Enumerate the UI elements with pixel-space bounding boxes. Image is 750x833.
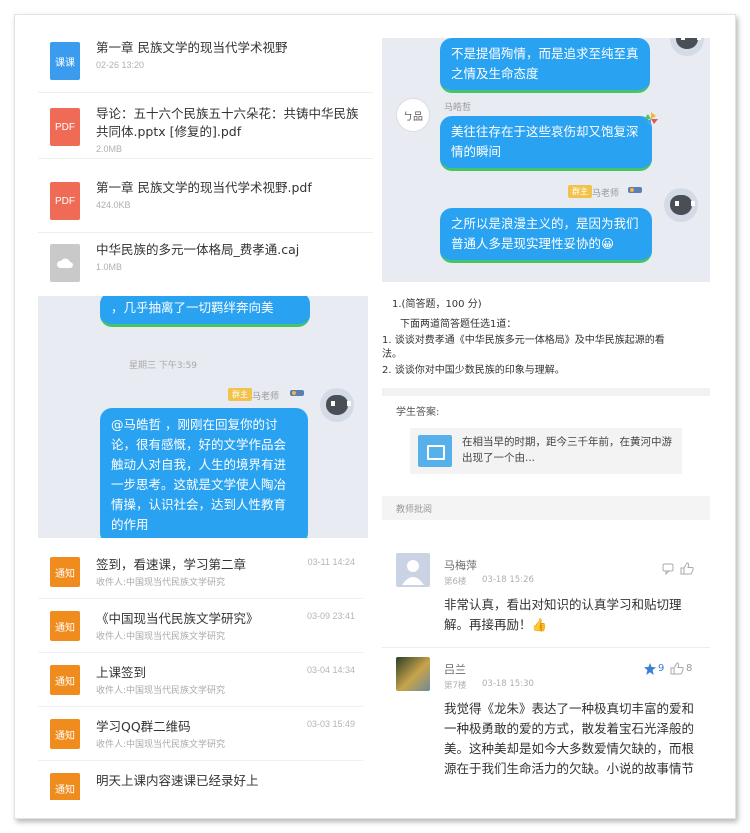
badge-icon (628, 187, 642, 193)
file-item[interactable]: 课课 第一章 民族文学的现当代学术视野 02-26 13:20 (38, 28, 373, 93)
chat-timestamp: 星期三 下午3:59 (128, 361, 198, 371)
notice-item[interactable]: 通知 上课签到 03-04 14:34 收件人:中国现当代民族文学研究 (38, 653, 363, 707)
group-chat-panel-top: 不是提倡殉情，而是追求至纯至真之情及生命态度 ㄅ品 马皓哲 美往往存在于这些哀伤… (382, 38, 710, 282)
teacher-review-header: 教师批阅 (382, 496, 710, 520)
group-owner-badge: 群主 (568, 185, 592, 198)
teacher-avatar[interactable] (670, 38, 704, 56)
chat-message: ，几乎抽离了一切羁绊奔向美 (100, 296, 310, 327)
student-answer-attachment[interactable]: 在相当早的时期，距今三千年前，在黄河中游出现了一个由... (410, 428, 682, 474)
sender-name: 马老师 (252, 392, 280, 402)
teacher-comments-panel: 马梅萍 第6楼 03-18 15:26 非常认真，看出对知识的认真学习和贴切理解… (382, 545, 710, 803)
notice-title: 明天上课内容速课已经录好上 (96, 773, 259, 788)
student-answer-label: 学生答案: (396, 407, 440, 418)
comment-body: 我觉得《龙朱》表达了一种极真切丰富的爱和一种极勇敢的爱的方式，散发着宝石光泽般的… (444, 701, 695, 776)
notice-icon: 通知 (50, 719, 80, 749)
courseware-icon: 课课 (50, 42, 80, 80)
avatar[interactable] (396, 553, 430, 587)
divider (382, 388, 710, 396)
answer-preview: 在相当早的时期，距今三千年前，在黄河中游出现了一个由... (462, 436, 672, 464)
course-files-panel: 课课 第一章 民族文学的现当代学术视野 02-26 13:20 PDF 导论：五十… (38, 28, 373, 293)
chat-message: 不是提倡殉情，而是追求至纯至真之情及生命态度 (440, 38, 650, 93)
file-meta: 1.0MB (96, 262, 123, 272)
file-title: 第一章 民族文学的现当代学术视野.pdf (96, 180, 312, 195)
file-title: 导论：五十六个民族五十六朵花：共铸中华民族共同体.pptx [修复的].pdf (96, 106, 359, 139)
question-option: 2. 谈谈你对中国少数民族的印象与理解。 (382, 365, 565, 376)
notice-item[interactable]: 通知 明天上课内容速课已经录好上 (38, 761, 363, 800)
file-title: 中华民族的多元一体格局_费孝通.caj (96, 242, 300, 257)
like-count: 8 (686, 663, 693, 674)
sender-name: 马皓哲 (444, 103, 472, 113)
comment-body: 非常认真，看出对知识的认真学习和贴切理解。再接再励！👍 (444, 597, 682, 632)
notice-recipient: 收件人:中国现当代民族文学研究 (96, 632, 226, 642)
notice-item[interactable]: 通知 签到，看速课，学习第二章 03-11 14:24 收件人:中国现当代民族文… (38, 545, 363, 599)
commenter-name: 马梅萍 (444, 559, 477, 572)
notice-recipient: 收件人:中国现当代民族文学研究 (96, 578, 226, 588)
notice-date: 03-09 23:41 (306, 611, 355, 621)
notice-icon: 通知 (50, 665, 80, 695)
notice-date: 03-11 14:24 (307, 557, 355, 567)
chat-message: 之所以是浪漫主义的，是因为我们普通人多是现实理性妥协的😀 (440, 208, 652, 263)
question-header: 1.(简答题，100 分) (392, 299, 482, 310)
group-chat-panel-middle: ，几乎抽离了一切羁绊奔向美 星期三 下午3:59 群主 马老师 @马皓哲 ，刚刚… (38, 296, 368, 538)
pdf-icon: PDF (50, 182, 80, 220)
comment-floor: 第6楼 (444, 577, 467, 587)
notice-date: 03-04 14:34 (306, 665, 355, 675)
notice-title: 签到，看速课，学习第二章 (96, 557, 247, 572)
question-option: 1. 谈谈对费孝通《中华民族多元一体格局》及中华民族起源的看法。 (382, 335, 665, 360)
teacher-review-label: 教师批阅 (396, 505, 433, 515)
notice-icon: 通知 (50, 611, 80, 641)
chat-message: @马皓哲 ，刚刚在回复你的讨论，很有感慨，好的文学作品会触动人对自我，人生的境界… (100, 408, 308, 538)
question-prompt: 下面两道简答题任选1道： (400, 319, 517, 330)
comment-date: 03-18 15:26 (482, 575, 534, 585)
file-meta: 02-26 13:20 (96, 60, 145, 70)
pinwheel-icon (644, 112, 658, 126)
notice-list-panel: 通知 签到，看速课，学习第二章 03-11 14:24 收件人:中国现当代民族文… (38, 545, 363, 800)
pdf-icon: PDF (50, 108, 80, 146)
thumbs-up-icon[interactable] (680, 562, 694, 575)
commenter-name: 吕兰 (444, 663, 466, 676)
badge-icon (290, 390, 304, 396)
file-meta: 2.0MB (96, 144, 123, 154)
chat-message: 美往往存在于这些哀伤却又饱复深情的瞬间 (440, 116, 652, 171)
notice-recipient: 收件人:中国现当代民族文学研究 (96, 740, 226, 750)
notice-title: 《中国现当代民族文学研究》 (96, 611, 259, 626)
avatar[interactable] (396, 657, 430, 691)
comment-date: 03-18 15:30 (482, 679, 534, 689)
file-item[interactable]: 中华民族的多元一体格局_费孝通.caj 1.0MB (38, 230, 373, 293)
notice-icon: 通知 (50, 557, 80, 587)
notice-item[interactable]: 通知 《中国现当代民族文学研究》 03-09 23:41 收件人:中国现当代民族… (38, 599, 363, 653)
sender-name: 马老师 (592, 189, 620, 199)
group-owner-badge: 群主 (228, 388, 252, 401)
cloud-file-icon (50, 244, 80, 282)
notice-title: 上课签到 (96, 665, 147, 680)
file-item[interactable]: PDF 第一章 民族文学的现当代学术视野.pdf 424.0KB (38, 168, 373, 233)
star-count: 9 (658, 663, 665, 674)
document-icon (418, 435, 452, 467)
teacher-avatar[interactable] (664, 188, 698, 222)
comment-floor: 第7楼 (444, 681, 467, 691)
teacher-avatar[interactable] (320, 388, 354, 422)
reply-icon[interactable] (662, 563, 674, 575)
thumbs-up-icon[interactable] (670, 662, 684, 675)
notice-item[interactable]: 通知 学习QQ群二维码 03-03 15:49 收件人:中国现当代民族文学研究 (38, 707, 363, 761)
notice-icon: 通知 (50, 773, 80, 800)
notice-recipient: 收件人:中国现当代民族文学研究 (96, 686, 226, 696)
notice-title: 学习QQ群二维码 (96, 719, 191, 734)
assignment-question-panel: 1.(简答题，100 分) 下面两道简答题任选1道： 1. 谈谈对费孝通《中华民… (382, 288, 710, 546)
divider (382, 647, 710, 648)
file-item[interactable]: PDF 导论：五十六个民族五十六朵花：共铸中华民族共同体.pptx [修复的].… (38, 94, 373, 159)
notice-date: 03-03 15:49 (306, 719, 355, 729)
student-avatar[interactable]: ㄅ品 (396, 98, 430, 132)
file-meta: 424.0KB (96, 200, 131, 210)
file-title: 第一章 民族文学的现当代学术视野 (96, 40, 288, 55)
star-badge-icon (644, 663, 656, 675)
